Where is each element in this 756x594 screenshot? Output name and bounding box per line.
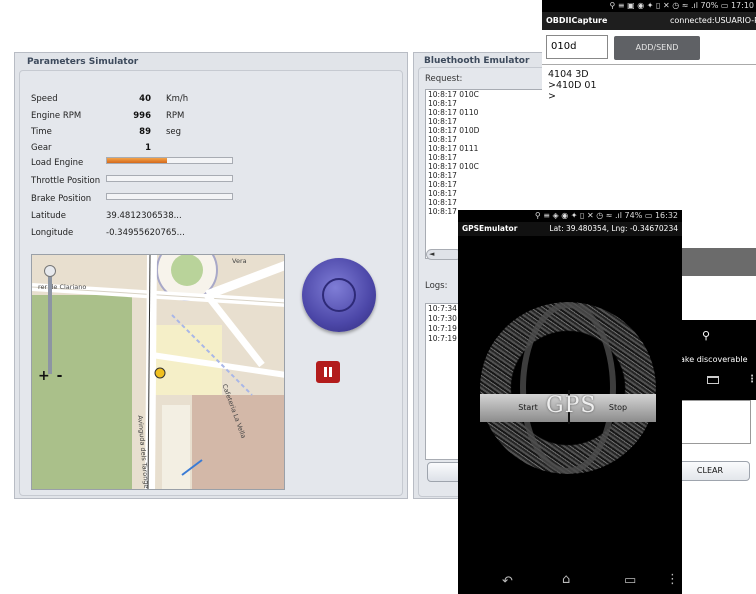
request-line: 10:8:17 010C xyxy=(428,162,479,171)
rpm-unit: RPM xyxy=(166,111,185,121)
request-line: 10:8:17 xyxy=(428,99,457,108)
overflow-menu-icon[interactable]: ⋮ xyxy=(747,374,756,385)
zoom-slider[interactable] xyxy=(48,269,52,374)
add-send-button[interactable]: ADD/SEND xyxy=(614,36,700,60)
obd-connection-status: connected:USUARIO-PC xyxy=(670,16,756,25)
request-line: 10:8:17 xyxy=(428,180,457,189)
gps-logo: GPS xyxy=(546,393,597,418)
home-icon[interactable]: ⌂ xyxy=(562,572,570,587)
request-line: 10:8:17 xyxy=(428,117,457,126)
request-line: 10:8:17 xyxy=(428,153,457,162)
request-line: 10:8:17 xyxy=(428,171,457,180)
obd-text-area[interactable] xyxy=(676,400,751,444)
rpm-value: 996 xyxy=(133,111,151,121)
latitude-label: Latitude xyxy=(31,211,66,221)
clear-button[interactable]: CLEAR xyxy=(670,461,750,481)
make-discoverable-option[interactable]: ake discoverable xyxy=(680,355,748,364)
obd-output-line: 4104 3D xyxy=(548,69,589,80)
joystick-control[interactable] xyxy=(302,258,376,332)
latitude-value: 39.4812306538... xyxy=(106,211,182,221)
speed-value: 40 xyxy=(139,94,151,104)
street-label-1: rer de Clariano xyxy=(38,283,87,291)
rpm-label: Engine RPM xyxy=(31,111,82,121)
request-line: 10:8:17 0110 xyxy=(428,108,479,117)
throttle-bar[interactable] xyxy=(106,175,233,182)
load-engine-fill xyxy=(107,158,167,163)
gps-app-bar: GPSEmulator Lat: 39.480354, Lng: -0.3467… xyxy=(458,222,682,236)
speed-label: Speed xyxy=(31,94,58,104)
map-view[interactable]: rer de Clariano Avinguda dels Tarongers … xyxy=(31,254,285,490)
phone-status-bar: ⚲ ≡ ▣ ◉ ✦ ▯ ✕ ◷ ≈ .ıl 70% ▭ 17:10 xyxy=(542,0,756,12)
gps-emulator-phone: ⚲ ≡ ◈ ◉ ✦ ▯ ✕ ◷ ≈ .ıl 74% ▭ 16:32 GPSEmu… xyxy=(458,210,682,594)
brake-bar[interactable] xyxy=(106,193,233,200)
speed-unit: Km/h xyxy=(166,94,189,104)
load-engine-bar[interactable] xyxy=(106,157,233,164)
pause-button[interactable] xyxy=(316,361,340,383)
back-icon[interactable]: ↶ xyxy=(502,574,513,589)
obd-output-line: >410D 01 xyxy=(548,80,597,91)
pause-icon-bar xyxy=(329,367,332,377)
obd-dialog-header xyxy=(676,248,756,276)
location-pin-icon: ⚲ xyxy=(702,329,711,342)
throttle-label: Throttle Position xyxy=(31,176,101,186)
zoom-buttons[interactable]: + - xyxy=(38,368,63,384)
request-line: 10:8:17 xyxy=(428,198,457,207)
panel-title: Bluethooth Emulator xyxy=(424,56,530,66)
request-line: 10:8:17 0111 xyxy=(428,144,479,153)
street-label-4: Vera xyxy=(232,257,247,265)
request-line: 10:8:17 xyxy=(428,189,457,198)
request-line: 10:8:17 010C xyxy=(428,90,479,99)
request-line: 10:8:17 xyxy=(428,135,457,144)
obd-app-bar: OBDIICapture connected:USUARIO-PC xyxy=(542,12,756,30)
joystick-center-ring xyxy=(322,278,356,312)
brake-label: Brake Position xyxy=(31,194,92,204)
globe-meridian xyxy=(520,302,616,474)
longitude-value: -0.34955620765... xyxy=(106,228,185,238)
pause-icon xyxy=(324,367,327,377)
gear-label: Gear xyxy=(31,143,52,153)
gps-app-title: GPSEmulator xyxy=(462,224,518,233)
gps-coordinates: Lat: 39.480354, Lng: -0.34670234 xyxy=(549,224,678,233)
zoom-slider-knob[interactable] xyxy=(44,265,56,277)
overflow-menu-icon[interactable]: ⋮ xyxy=(666,572,679,587)
request-line: 10:8:17 010D xyxy=(428,126,480,135)
panel-title: Parameters Simulator xyxy=(27,57,139,67)
recent-apps-icon[interactable] xyxy=(707,376,719,384)
request-label: Request: xyxy=(425,74,463,84)
load-engine-label: Load Engine xyxy=(31,158,84,168)
obd-output-line: > xyxy=(548,91,556,102)
gear-value: 1 xyxy=(145,143,151,153)
phone-status-bar: ⚲ ≡ ◈ ◉ ✦ ▯ ✕ ◷ ≈ .ıl 74% ▭ 16:32 xyxy=(458,210,682,222)
time-value: 89 xyxy=(139,127,151,137)
stop-button[interactable]: Stop xyxy=(592,394,644,422)
logs-label: Logs: xyxy=(425,281,448,291)
time-unit: seg xyxy=(166,127,182,137)
horizontal-scrollbar[interactable]: ◄ xyxy=(426,249,462,260)
time-label: Time xyxy=(31,127,52,137)
recent-apps-icon[interactable]: ▭ xyxy=(624,573,636,588)
longitude-label: Longitude xyxy=(31,228,74,238)
obd-command-input[interactable]: 010d xyxy=(546,35,608,59)
obd-app-title: OBDIICapture xyxy=(546,16,608,25)
